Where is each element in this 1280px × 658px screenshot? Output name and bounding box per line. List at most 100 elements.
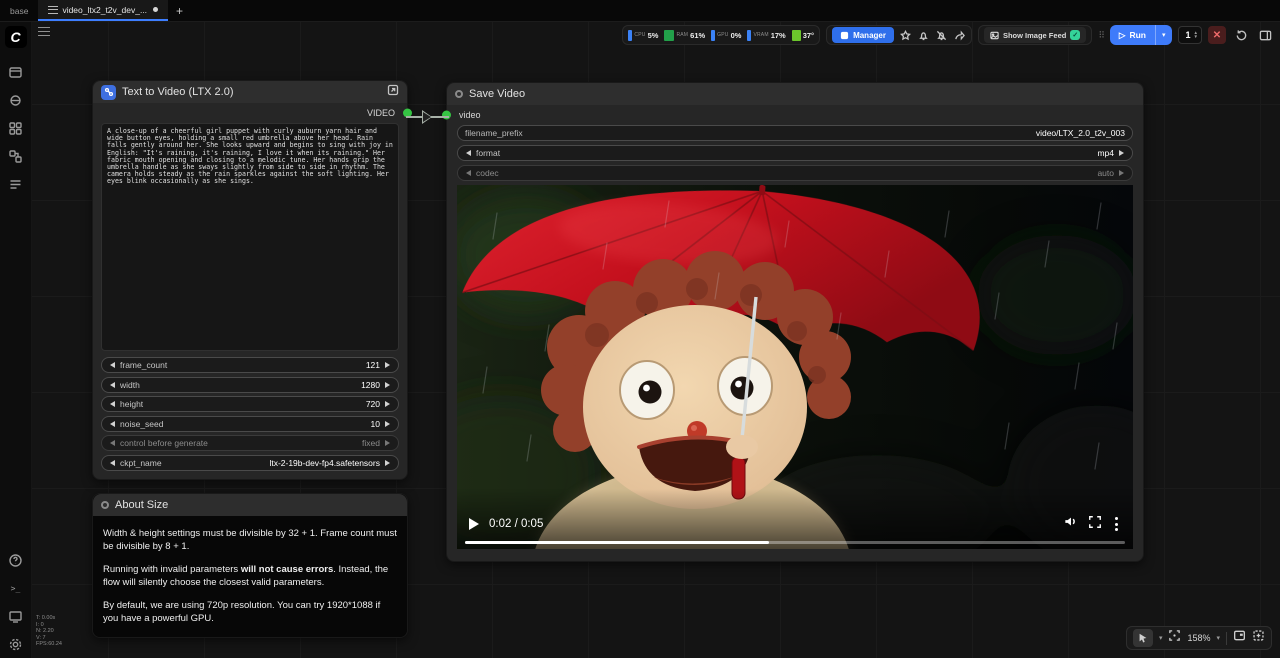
sidebar-item-assets[interactable] xyxy=(5,89,27,111)
sidebar-item-help[interactable] xyxy=(5,549,27,571)
collapse-dot-icon[interactable] xyxy=(455,90,463,98)
decrement-icon[interactable] xyxy=(107,362,115,368)
toolbar-grip-icon[interactable]: ⠿ xyxy=(1098,30,1104,41)
ram-bar-icon xyxy=(664,30,674,41)
batch-count-stepper[interactable]: ▲ ▼ xyxy=(1194,31,1198,39)
workflow-tab-bar: base video_ltx2_t2v_dev_... + xyxy=(0,0,1280,22)
show-image-feed-button[interactable]: Show Image Feed ✓ xyxy=(984,27,1086,43)
sidebar-item-queue[interactable] xyxy=(5,173,27,195)
run-play-icon: ▷ xyxy=(1119,30,1126,41)
minimap-button[interactable] xyxy=(1233,629,1246,647)
queue-icon xyxy=(8,177,23,192)
tab-active-label: video_ltx2_t2v_dev_... xyxy=(62,5,147,15)
perf-line: V: 7 xyxy=(36,635,62,642)
decrement-icon[interactable] xyxy=(463,150,471,156)
sidebar-item-models[interactable] xyxy=(5,117,27,139)
canvas-menu-icon[interactable] xyxy=(38,27,50,36)
fullscreen-button[interactable] xyxy=(1088,515,1102,534)
toggle-panel-button[interactable] xyxy=(1256,26,1274,44)
prompt-textarea[interactable]: A close-up of a cheerful girl puppet wit… xyxy=(101,123,399,351)
widget-codec[interactable]: codec auto xyxy=(457,165,1133,181)
input-slot-label: video xyxy=(459,110,481,120)
settings-gear-icon xyxy=(8,637,23,652)
canvas-controls-bar: ▾ 158% ▾ xyxy=(1126,626,1272,650)
tab-base[interactable]: base xyxy=(0,0,38,21)
collapse-dot-icon[interactable] xyxy=(101,501,109,509)
tab-menu-icon[interactable] xyxy=(48,6,58,14)
share-button[interactable] xyxy=(954,29,966,41)
increment-icon[interactable] xyxy=(1119,150,1127,156)
open-subgraph-button[interactable] xyxy=(387,83,399,101)
widget-frame-count[interactable]: frame_count 121 xyxy=(101,357,399,373)
widget-format[interactable]: format mp4 xyxy=(457,145,1133,161)
input-port-video[interactable] xyxy=(442,111,451,120)
video-progress-bar[interactable] xyxy=(465,541,1125,545)
history-button[interactable] xyxy=(1232,26,1250,44)
focus-mode-button[interactable] xyxy=(1252,629,1265,647)
node-about-size-header[interactable]: About Size xyxy=(93,494,407,516)
bell-icon xyxy=(918,30,929,41)
decrement-icon[interactable] xyxy=(463,170,471,176)
widget-filename-prefix[interactable]: filename_prefix video/LTX_2.0_t2v_003 xyxy=(457,125,1133,141)
widget-noise-seed[interactable]: noise_seed 10 xyxy=(101,416,399,432)
increment-icon[interactable] xyxy=(385,362,393,368)
fit-view-button[interactable] xyxy=(1168,629,1181,647)
share-arrow-icon xyxy=(954,30,965,41)
decrement-icon[interactable] xyxy=(107,460,115,466)
new-workflow-button[interactable]: + xyxy=(168,0,191,21)
chevron-down-icon: ▾ xyxy=(1162,31,1166,39)
video-menu-button[interactable] xyxy=(1112,517,1121,531)
mute-notifications-button[interactable] xyxy=(936,29,948,41)
widget-control-before-generate[interactable]: control before generate fixed xyxy=(101,435,399,451)
sidebar-item-terminal[interactable]: >_ xyxy=(5,577,27,599)
pointer-tool-button[interactable] xyxy=(1133,629,1153,647)
clear-queue-button[interactable]: ✕ xyxy=(1208,26,1226,44)
cursor-icon xyxy=(1137,632,1149,644)
increment-icon[interactable] xyxy=(385,382,393,388)
increment-icon[interactable] xyxy=(385,440,393,446)
zoom-level[interactable]: 158% xyxy=(1187,633,1210,643)
node-save-video[interactable]: Save Video video filename_prefix video/L… xyxy=(446,82,1144,562)
note-paragraph-2: Running with invalid parameters will not… xyxy=(103,563,397,589)
node-save-video-header[interactable]: Save Video xyxy=(447,83,1143,105)
unsaved-dot-icon xyxy=(153,7,158,12)
decrement-icon[interactable] xyxy=(107,382,115,388)
stepper-down-icon[interactable]: ▼ xyxy=(1194,35,1198,39)
sidebar-item-settings[interactable] xyxy=(5,633,27,655)
increment-icon[interactable] xyxy=(1119,170,1127,176)
decrement-icon[interactable] xyxy=(107,401,115,407)
decrement-icon[interactable] xyxy=(107,440,115,446)
batch-count-input[interactable]: 1 ▲ ▼ xyxy=(1178,26,1202,44)
widget-height[interactable]: height 720 xyxy=(101,396,399,412)
node-about-size-note[interactable]: About Size Width & height settings must … xyxy=(92,493,408,638)
pointer-tool-chevron-icon[interactable]: ▾ xyxy=(1159,634,1163,642)
notifications-button[interactable] xyxy=(918,29,930,41)
play-icon[interactable] xyxy=(469,518,479,530)
sidebar-item-logs[interactable] xyxy=(5,605,27,627)
widget-ckpt-name[interactable]: ckpt_name ltx-2-19b-dev-fp4.safetensors xyxy=(101,455,399,471)
video-preview[interactable]: 0:02 / 0:05 xyxy=(457,185,1133,549)
node-text-to-video-header[interactable]: Text to Video (LTX 2.0) xyxy=(93,81,407,103)
run-label: Run xyxy=(1129,30,1146,40)
decrement-icon[interactable] xyxy=(107,421,115,427)
workflow-gallery-button[interactable] xyxy=(900,29,912,41)
volume-button[interactable] xyxy=(1063,514,1078,534)
stat-ram: RAM 61% xyxy=(664,30,705,41)
run-button[interactable]: ▷ Run xyxy=(1110,30,1155,41)
zoom-chevron-icon[interactable]: ▾ xyxy=(1216,634,1220,642)
image-feed-toggle[interactable]: ✓ xyxy=(1070,30,1080,40)
manager-button[interactable]: Manager xyxy=(832,27,894,43)
increment-icon[interactable] xyxy=(385,460,393,466)
tab-active-workflow[interactable]: video_ltx2_t2v_dev_... xyxy=(38,0,168,21)
fullscreen-icon xyxy=(1088,515,1102,529)
increment-icon[interactable] xyxy=(385,401,393,407)
run-options-button[interactable]: ▾ xyxy=(1155,25,1172,45)
sidebar-item-workflows[interactable] xyxy=(5,61,27,83)
increment-icon[interactable] xyxy=(385,421,393,427)
node-text-to-video[interactable]: Text to Video (LTX 2.0) VIDEO A close-up… xyxy=(92,80,408,480)
video-time: 0:02 / 0:05 xyxy=(489,518,543,530)
show-image-feed-label: Show Image Feed xyxy=(1003,31,1066,40)
sidebar-item-nodes[interactable] xyxy=(5,145,27,167)
output-slot-video: VIDEO xyxy=(93,103,407,123)
widget-width[interactable]: width 1280 xyxy=(101,377,399,393)
